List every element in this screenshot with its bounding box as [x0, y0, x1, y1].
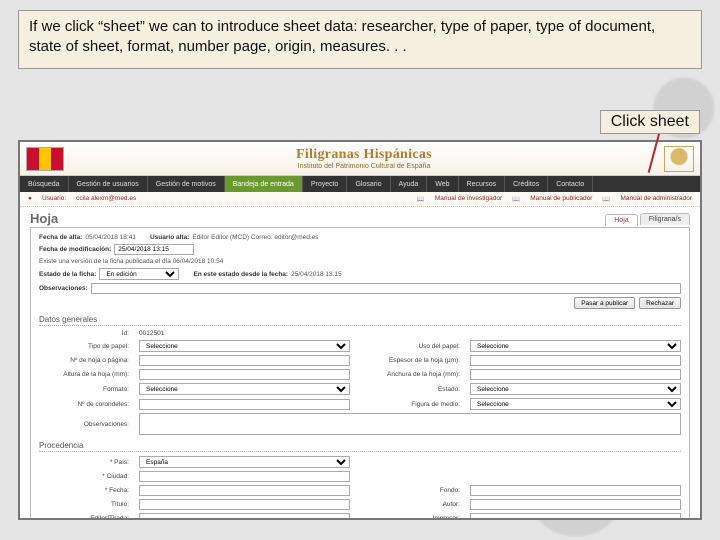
dg-id-lbl: Id: [39, 330, 129, 337]
userbar-manual-p[interactable]: Manual de publicador [530, 195, 592, 203]
altura-input[interactable] [139, 369, 350, 380]
proc-titulo-lbl: Título: [39, 501, 129, 508]
meta-mod-lbl: Fecha de modificación: [39, 246, 111, 253]
nav-glosario[interactable]: Glosario [347, 176, 390, 192]
nav-ayuda[interactable]: Ayuda [391, 176, 428, 192]
editor-input[interactable] [139, 513, 350, 520]
npag-input[interactable] [139, 355, 350, 366]
gov-logo-icon [26, 147, 64, 171]
userbar-user-label: Usuario: [42, 195, 66, 203]
impresor-input[interactable] [470, 513, 681, 520]
user-icon: ● [28, 195, 32, 203]
titulo-input[interactable] [139, 499, 350, 510]
app-screenshot: Filigranas Hispánicas Instituto del Patr… [18, 140, 702, 520]
user-bar: ● Usuario: ccila alexm@med.es 📖 Manual d… [20, 192, 700, 207]
nav-web[interactable]: Web [427, 176, 458, 192]
dg-anchura-lbl: Anchura de la hoja (mm): [360, 371, 460, 378]
meta-fecha-alta-val: 05/04/2018 18:41 [85, 234, 136, 241]
proc-editor-lbl: Editor/Tirada: [39, 515, 129, 520]
dg-ncorondeles-lbl: Nº de corondeles: [39, 401, 129, 408]
caption-text: If we click “sheet” we can to introduce … [29, 18, 655, 55]
dg-usopapel-lbl: Uso del papel: [360, 343, 460, 350]
manual-icon: 📖 [417, 195, 425, 203]
callout-pointer [648, 134, 660, 173]
proc-impresor-lbl: Impresor: [360, 515, 460, 520]
meta-estado-lbl: Estado de la ficha: [39, 271, 96, 278]
main-navbar: Búsqueda Gestión de usuarios Gestión de … [20, 176, 700, 192]
dg-altura-lbl: Altura de la hoja (mm): [39, 371, 129, 378]
ciudad-input[interactable] [139, 471, 350, 482]
proc-ciudad-lbl: * Ciudad: [39, 473, 129, 480]
meta-obs-lbl: Observaciones: [39, 285, 88, 292]
ncorondeles-input[interactable] [139, 399, 350, 410]
tab-hoja[interactable]: Hoja [605, 214, 637, 226]
autor-input[interactable] [470, 499, 681, 510]
meta-version-line: Existe una versión de la ficha publicada… [39, 258, 223, 265]
fecha-input[interactable] [139, 485, 350, 496]
app-subtitle: Instituto del Patrimonio Cultural de Esp… [72, 163, 656, 170]
rechazar-button[interactable]: Rechazar [639, 297, 681, 309]
meta-mod-input[interactable] [114, 244, 194, 255]
section-procedencia: Procedencia [39, 441, 681, 452]
pais-select[interactable]: España [139, 456, 350, 468]
formato-select[interactable]: Seleccione [139, 383, 350, 395]
espesor-input[interactable] [470, 355, 681, 366]
nav-busqueda[interactable]: Búsqueda [20, 176, 69, 192]
manual-icon: 📖 [602, 195, 610, 203]
nav-bandeja-entrada[interactable]: Bandeja de entrada [225, 176, 303, 192]
nav-gestion-motivos[interactable]: Gestión de motivos [148, 176, 225, 192]
dg-npag-lbl: Nº de hoja o página: [39, 357, 129, 364]
dg-observ-textarea[interactable] [139, 413, 681, 435]
app-title: Filigranas Hispánicas [72, 147, 656, 163]
tipo-papel-select[interactable]: Seleccione [139, 340, 350, 352]
meta-fecha-alta-lbl: Fecha de alta: [39, 234, 82, 241]
app-header: Filigranas Hispánicas Instituto del Patr… [20, 142, 700, 176]
dg-espesor-lbl: Espesor de la hoja (μm): [360, 357, 460, 364]
nav-gestion-usuarios[interactable]: Gestión de usuarios [69, 176, 148, 192]
dg-id-val: 0012501 [139, 330, 350, 337]
tab-filigranas[interactable]: Filigrana/s [640, 213, 690, 225]
anchura-input[interactable] [470, 369, 681, 380]
dg-figura-lbl: Figura de medio: [360, 401, 460, 408]
userbar-manual-r[interactable]: Manual de investigador [435, 195, 502, 203]
callout: Click sheet [600, 110, 700, 174]
callout-label: Click sheet [600, 110, 700, 134]
nav-proyecto[interactable]: Proyecto [303, 176, 348, 192]
estado-ficha-select[interactable]: En edición [99, 268, 179, 280]
fondo-input[interactable] [470, 485, 681, 496]
proc-pais-lbl: * País: [39, 459, 129, 466]
app-title-block: Filigranas Hispánicas Instituto del Patr… [72, 147, 656, 170]
dg-observ-lbl: Observaciones: [39, 421, 129, 428]
meta-estado-date-lbl: En este estado desde la fecha: [193, 271, 288, 278]
userbar-user-value: ccila alexm@med.es [76, 195, 136, 203]
proc-fondo-lbl: Fondo: [360, 487, 460, 494]
proc-fecha-lbl: * Fecha: [39, 487, 129, 494]
meta-usuario-alta-lbl: Usuario alta: [150, 234, 189, 241]
manual-icon: 📖 [512, 195, 520, 203]
uso-papel-select[interactable]: Seleccione [470, 340, 681, 352]
estado-select[interactable]: Seleccione [470, 383, 681, 395]
page-body: Hoja Hoja Filigrana/s Fecha de alta:05/0… [20, 207, 700, 520]
meta-usuario-alta-val: Editor Editor (MCD) Correo: editor@med.e… [192, 234, 318, 241]
nav-recursos[interactable]: Recursos [459, 176, 506, 192]
userbar-manual-a[interactable]: Manual de administrador [620, 195, 692, 203]
dg-tipopapel-lbl: Tipo de papel: [39, 343, 129, 350]
figura-select[interactable]: Seleccione [470, 398, 681, 410]
dg-estado-lbl: Estado: [360, 386, 460, 393]
meta-obs-input[interactable] [91, 283, 681, 294]
pasar-publicar-button[interactable]: Pasar a publicar [574, 297, 635, 309]
instruction-caption: If we click “sheet” we can to introduce … [18, 10, 702, 69]
meta-estado-date-val: 25/04/2018 13:15 [291, 271, 342, 278]
proc-autor-lbl: Autor: [360, 501, 460, 508]
record-panel: Fecha de alta:05/04/2018 18:41 Usuario a… [30, 227, 690, 520]
dg-formato-lbl: Formato: [39, 386, 129, 393]
section-datos-generales: Datos generales [39, 315, 681, 326]
page-tabs: Hoja Filigrana/s [605, 213, 690, 225]
page-title: Hoja [30, 211, 58, 226]
nav-creditos[interactable]: Créditos [505, 176, 548, 192]
nav-contacto[interactable]: Contacto [548, 176, 593, 192]
